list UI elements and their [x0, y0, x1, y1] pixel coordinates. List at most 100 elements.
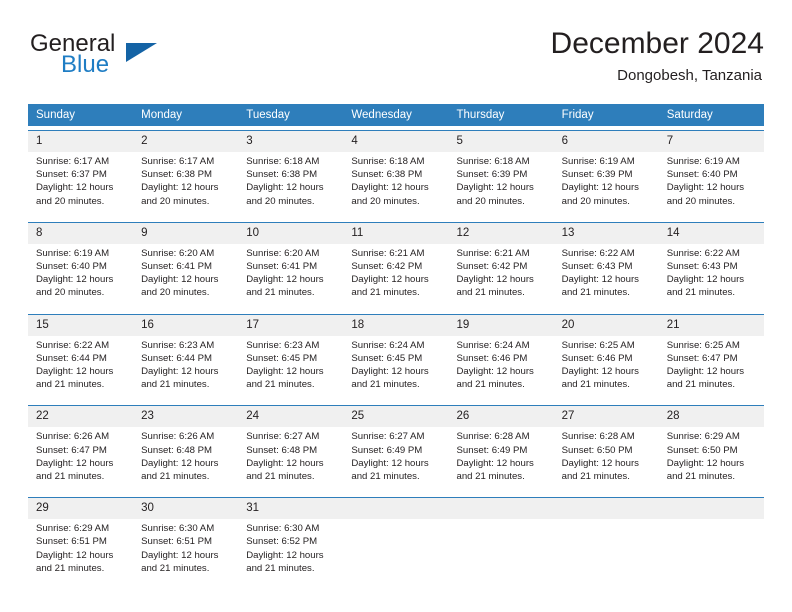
sunset-text: Sunset: 6:39 PM: [561, 169, 633, 181]
sunrise-text: Sunrise: 6:28 AM: [456, 431, 530, 443]
daylight-text-cont: and 21 minutes.: [666, 379, 736, 391]
daylight-text: Daylight: 12 hours: [666, 274, 745, 286]
day-cell[interactable]: Sunrise: 6:21 AM Sunset: 6:42 PM Dayligh…: [343, 244, 448, 308]
day-number[interactable]: 1: [28, 131, 133, 152]
day-cell[interactable]: Sunrise: 6:17 AM Sunset: 6:38 PM Dayligh…: [133, 152, 238, 216]
day-cell[interactable]: Sunrise: 6:18 AM Sunset: 6:38 PM Dayligh…: [238, 152, 343, 216]
day-number[interactable]: 4: [343, 131, 448, 152]
day-number[interactable]: 7: [659, 131, 764, 152]
week-detail-band: Sunrise: 6:19 AM Sunset: 6:40 PM Dayligh…: [28, 243, 764, 308]
day-number-empty: [449, 498, 554, 519]
day-cell[interactable]: Sunrise: 6:23 AM Sunset: 6:45 PM Dayligh…: [238, 336, 343, 400]
daylight-text-cont: and 21 minutes.: [561, 287, 630, 299]
daylight-text: Daylight: 12 hours: [141, 457, 219, 469]
day-number[interactable]: 24: [238, 406, 343, 427]
day-cell[interactable]: Sunrise: 6:25 AM Sunset: 6:46 PM Dayligh…: [554, 336, 659, 400]
sunrise-text: Sunrise: 6:29 AM: [36, 523, 110, 535]
day-number[interactable]: 12: [449, 223, 554, 244]
day-number[interactable]: 9: [133, 223, 238, 244]
sunrise-text: Sunrise: 6:19 AM: [666, 156, 740, 167]
sunrise-text: Sunrise: 6:21 AM: [456, 247, 530, 259]
day-number[interactable]: 28: [659, 406, 764, 427]
week-daynumber-band: 8 9 10 11 12 13 14: [28, 222, 764, 244]
day-number[interactable]: 3: [238, 131, 343, 152]
day-cell[interactable]: Sunrise: 6:23 AM Sunset: 6:44 PM Dayligh…: [133, 336, 238, 400]
day-number[interactable]: 8: [28, 223, 133, 244]
day-number[interactable]: 19: [449, 315, 554, 336]
day-number[interactable]: 10: [238, 223, 343, 244]
triangle-icon: [126, 43, 157, 62]
day-cell[interactable]: Sunrise: 6:20 AM Sunset: 6:41 PM Dayligh…: [238, 244, 343, 308]
day-number[interactable]: 31: [238, 498, 343, 519]
sunset-text: Sunset: 6:38 PM: [141, 169, 213, 181]
daylight-text-cont: and 21 minutes.: [456, 471, 525, 483]
daylight-text: Daylight: 12 hours: [351, 274, 429, 286]
day-number[interactable]: 16: [133, 315, 238, 336]
day-number[interactable]: 25: [343, 406, 448, 427]
sunrise-text: Sunrise: 6:20 AM: [141, 247, 215, 259]
day-number[interactable]: 14: [659, 223, 764, 244]
day-number[interactable]: 13: [554, 223, 659, 244]
sunset-text: Sunset: 6:51 PM: [141, 536, 213, 548]
day-cell[interactable]: Sunrise: 6:21 AM Sunset: 6:42 PM Dayligh…: [449, 244, 554, 308]
day-cell[interactable]: Sunrise: 6:30 AM Sunset: 6:51 PM Dayligh…: [133, 519, 238, 583]
week-row: 29 30 31 Sunrise: 6:29 AM Sunset: 6:51 P…: [28, 497, 764, 584]
week-row: 15 16 17 18 19 20 21 Sunrise: 6:22 AM Su…: [28, 313, 764, 400]
sunrise-text: Sunrise: 6:29 AM: [666, 431, 740, 443]
daylight-text: Daylight: 12 hours: [36, 457, 114, 469]
day-cell[interactable]: Sunrise: 6:22 AM Sunset: 6:44 PM Dayligh…: [28, 336, 133, 400]
day-number[interactable]: 26: [449, 406, 554, 427]
sunset-text: Sunset: 6:37 PM: [36, 169, 107, 181]
day-cell[interactable]: Sunrise: 6:22 AM Sunset: 6:43 PM Dayligh…: [659, 244, 764, 308]
day-cell[interactable]: Sunrise: 6:24 AM Sunset: 6:46 PM Dayligh…: [449, 336, 554, 400]
daylight-text: Daylight: 12 hours: [36, 182, 114, 194]
daylight-text: Daylight: 12 hours: [456, 182, 534, 194]
day-number[interactable]: 5: [449, 131, 554, 152]
sunrise-text: Sunrise: 6:22 AM: [561, 247, 635, 259]
day-cell[interactable]: Sunrise: 6:27 AM Sunset: 6:49 PM Dayligh…: [343, 427, 448, 491]
day-cell[interactable]: Sunrise: 6:18 AM Sunset: 6:38 PM Dayligh…: [343, 152, 448, 216]
day-number[interactable]: 29: [28, 498, 133, 519]
day-cell[interactable]: Sunrise: 6:19 AM Sunset: 6:39 PM Dayligh…: [554, 152, 659, 216]
sunset-text: Sunset: 6:48 PM: [246, 444, 318, 456]
daylight-text-cont: and 20 minutes.: [456, 195, 525, 207]
sunrise-text: Sunrise: 6:27 AM: [351, 431, 425, 443]
day-cell[interactable]: Sunrise: 6:24 AM Sunset: 6:45 PM Dayligh…: [343, 336, 448, 400]
day-cell[interactable]: Sunrise: 6:19 AM Sunset: 6:40 PM Dayligh…: [659, 152, 764, 216]
day-cell[interactable]: Sunrise: 6:25 AM Sunset: 6:47 PM Dayligh…: [659, 336, 764, 400]
day-number[interactable]: 15: [28, 315, 133, 336]
day-cell[interactable]: Sunrise: 6:28 AM Sunset: 6:50 PM Dayligh…: [554, 427, 659, 491]
general-blue-logo[interactable]: General Blue: [28, 30, 238, 90]
day-cell[interactable]: Sunrise: 6:19 AM Sunset: 6:40 PM Dayligh…: [28, 244, 133, 308]
sunset-text: Sunset: 6:40 PM: [666, 169, 738, 181]
day-cell[interactable]: Sunrise: 6:27 AM Sunset: 6:48 PM Dayligh…: [238, 427, 343, 491]
day-cell[interactable]: Sunrise: 6:30 AM Sunset: 6:52 PM Dayligh…: [238, 519, 343, 583]
day-number[interactable]: 2: [133, 131, 238, 152]
day-number[interactable]: 23: [133, 406, 238, 427]
day-cell[interactable]: Sunrise: 6:28 AM Sunset: 6:49 PM Dayligh…: [449, 427, 554, 491]
daylight-text: Daylight: 12 hours: [351, 182, 429, 194]
day-number[interactable]: 6: [554, 131, 659, 152]
sunrise-text: Sunrise: 6:19 AM: [561, 156, 635, 167]
day-number[interactable]: 18: [343, 315, 448, 336]
day-cell[interactable]: Sunrise: 6:18 AM Sunset: 6:39 PM Dayligh…: [449, 152, 554, 216]
day-cell[interactable]: Sunrise: 6:26 AM Sunset: 6:47 PM Dayligh…: [28, 427, 133, 491]
day-cell[interactable]: Sunrise: 6:26 AM Sunset: 6:48 PM Dayligh…: [133, 427, 238, 491]
day-number[interactable]: 22: [28, 406, 133, 427]
day-number[interactable]: 17: [238, 315, 343, 336]
day-cell[interactable]: Sunrise: 6:22 AM Sunset: 6:43 PM Dayligh…: [554, 244, 659, 308]
day-cell[interactable]: Sunrise: 6:29 AM Sunset: 6:50 PM Dayligh…: [659, 427, 764, 491]
day-number[interactable]: 20: [554, 315, 659, 336]
day-number[interactable]: 30: [133, 498, 238, 519]
sunrise-text: Sunrise: 6:26 AM: [36, 431, 110, 443]
weekday-header-thursday: Thursday: [456, 109, 505, 121]
day-number[interactable]: 21: [659, 315, 764, 336]
daylight-text-cont: and 21 minutes.: [351, 287, 420, 299]
week-detail-band: Sunrise: 6:22 AM Sunset: 6:44 PM Dayligh…: [28, 335, 764, 400]
day-cell[interactable]: Sunrise: 6:17 AM Sunset: 6:37 PM Dayligh…: [28, 152, 133, 216]
day-cell[interactable]: Sunrise: 6:29 AM Sunset: 6:51 PM Dayligh…: [28, 519, 133, 583]
day-cell[interactable]: Sunrise: 6:20 AM Sunset: 6:41 PM Dayligh…: [133, 244, 238, 308]
day-number[interactable]: 27: [554, 406, 659, 427]
sunset-text: Sunset: 6:51 PM: [36, 536, 107, 548]
day-number[interactable]: 11: [343, 223, 448, 244]
